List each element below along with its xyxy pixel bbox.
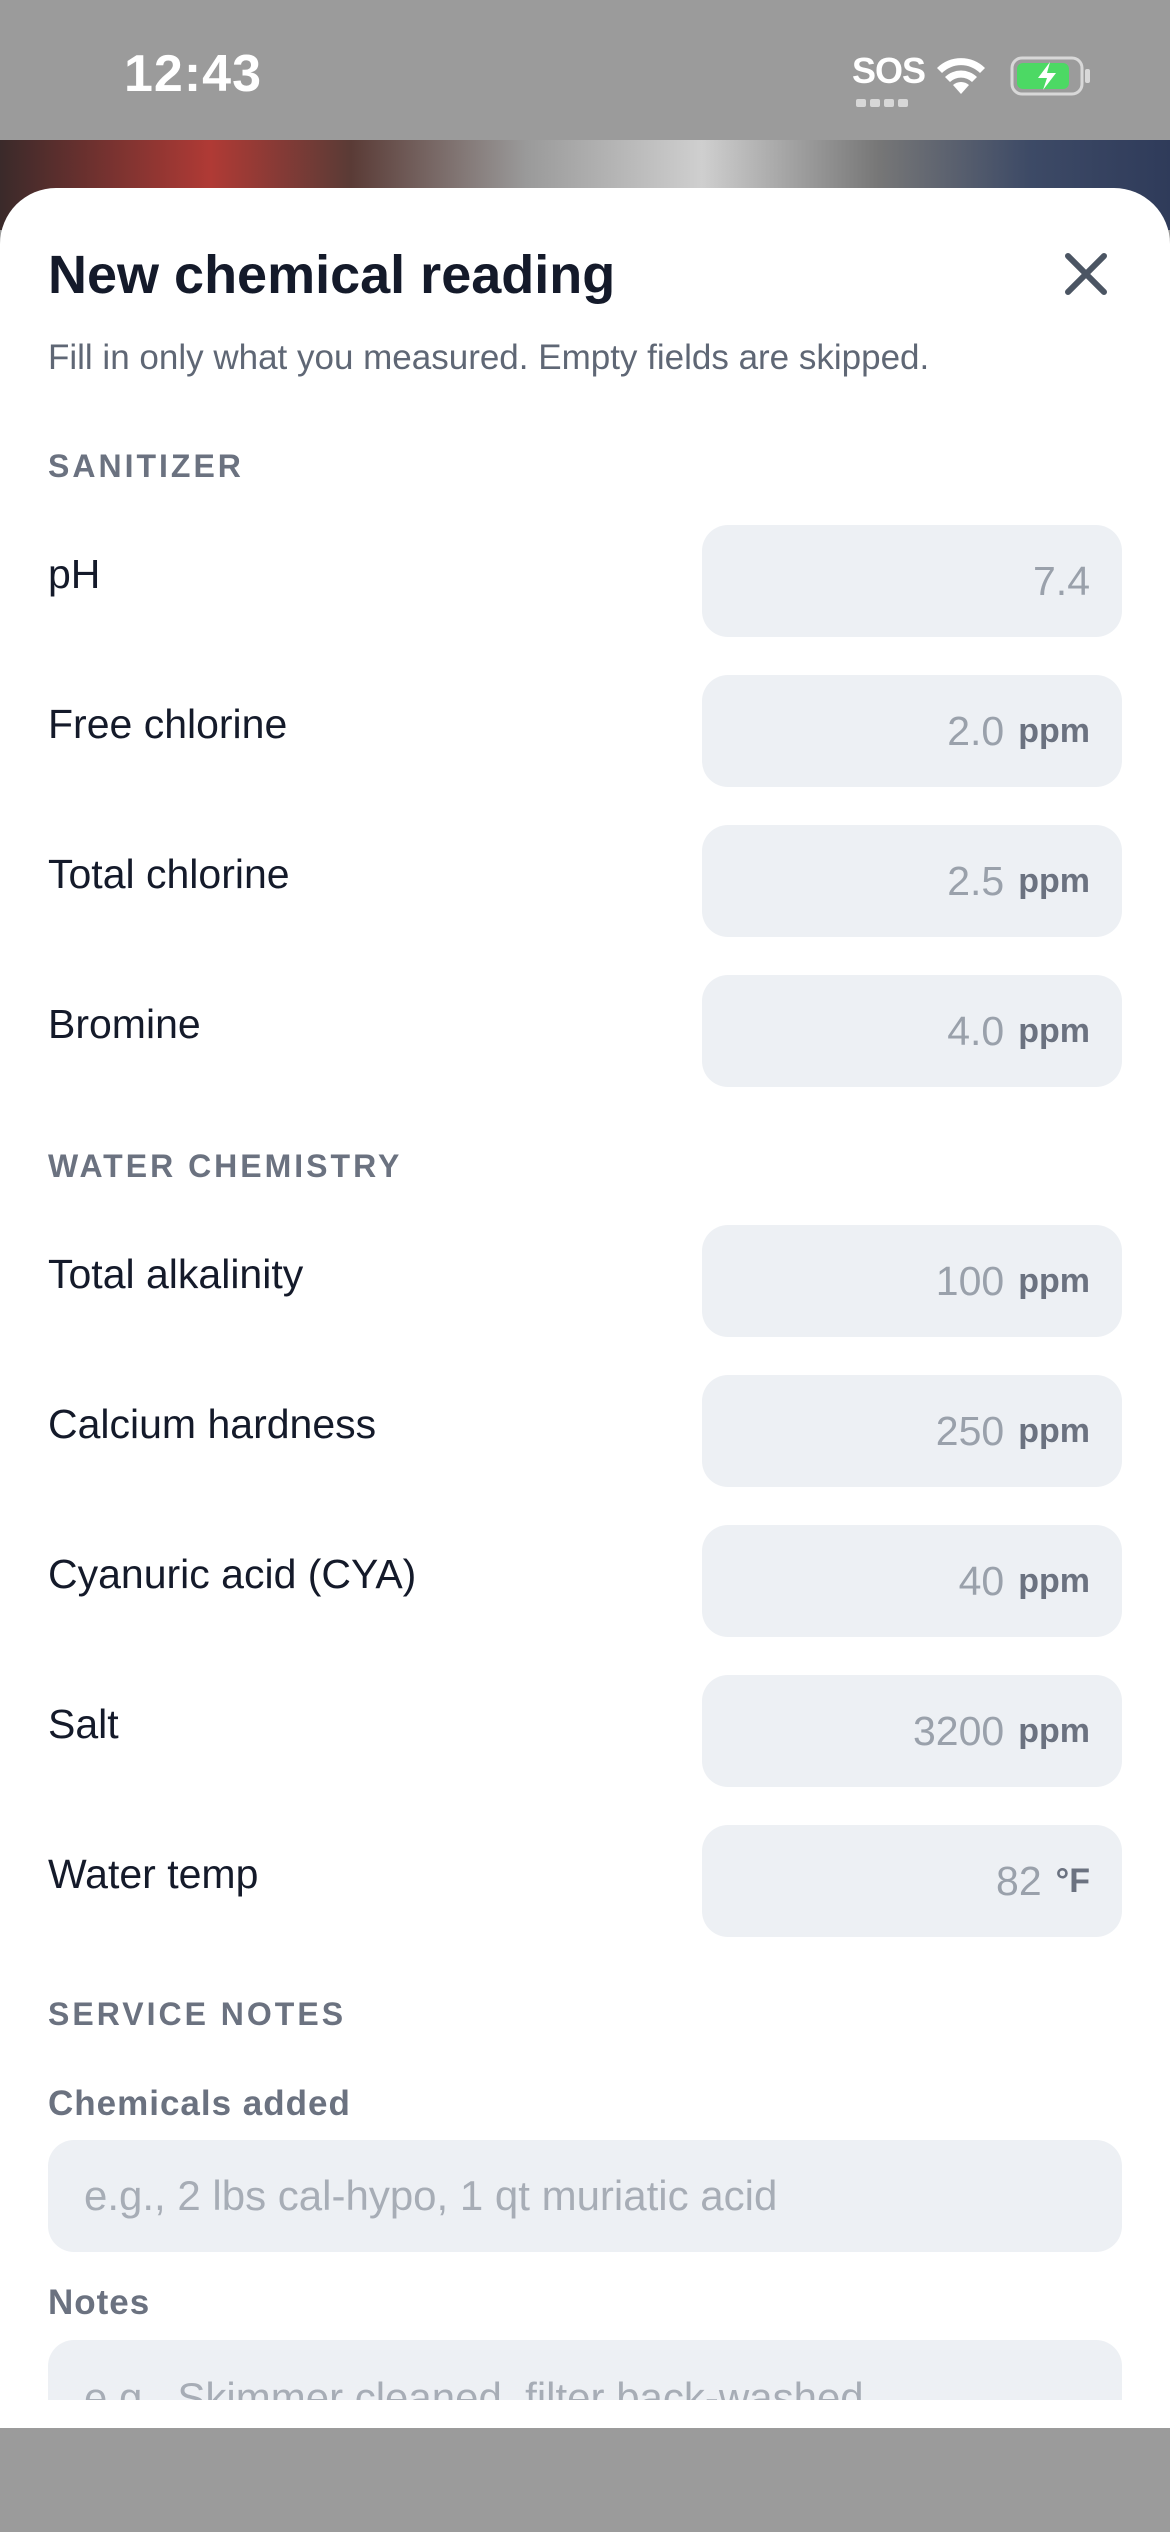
field-label-salt: Salt xyxy=(48,1701,119,1747)
notes-scroll-clip: e.g., Skimmer cleaned, filter back-washe… xyxy=(48,2340,1122,2400)
chemicals-added-label: Chemicals added xyxy=(48,2084,351,2123)
section-heading-sanitizer: SANITIZER xyxy=(48,448,244,484)
notes-label: Notes xyxy=(48,2283,151,2322)
calcium-hardness-placeholder: 250 xyxy=(935,1407,1005,1454)
field-label-total-chlorine: Total chlorine xyxy=(48,851,290,897)
new-reading-sheet: New chemical reading Fill in only what y… xyxy=(0,188,1170,2428)
section-heading-service-notes: SERVICE NOTES xyxy=(48,1996,347,2032)
field-label-free-chlorine: Free chlorine xyxy=(48,701,288,747)
notes-input[interactable]: e.g., Skimmer cleaned, filter back-washe… xyxy=(48,2340,1122,2400)
sheet-title: New chemical reading xyxy=(48,245,616,305)
sheet-subtitle: Fill in only what you measured. Empty fi… xyxy=(48,338,930,377)
total-alkalinity-input[interactable]: 100 ppm xyxy=(702,1225,1122,1337)
salt-placeholder: 3200 xyxy=(913,1707,1005,1754)
cyanuric-acid-placeholder: 40 xyxy=(958,1557,1005,1604)
battery-charging-icon xyxy=(1010,56,1090,96)
ph-input[interactable]: 7.4 xyxy=(702,525,1122,637)
total-chlorine-input[interactable]: 2.5 ppm xyxy=(702,825,1122,937)
bromine-unit: ppm xyxy=(1018,1011,1090,1050)
sos-signal-dots xyxy=(856,94,912,107)
cyanuric-acid-input[interactable]: 40 ppm xyxy=(702,1525,1122,1637)
total-alkalinity-unit: ppm xyxy=(1018,1261,1090,1300)
bromine-input[interactable]: 4.0 ppm xyxy=(702,975,1122,1087)
field-label-bromine: Bromine xyxy=(48,1001,201,1047)
free-chlorine-input[interactable]: 2.0 ppm xyxy=(702,675,1122,787)
calcium-hardness-input[interactable]: 250 ppm xyxy=(702,1375,1122,1487)
field-label-cyanuric-acid: Cyanuric acid (CYA) xyxy=(48,1551,417,1597)
field-label-water-temp: Water temp xyxy=(48,1851,259,1897)
free-chlorine-unit: ppm xyxy=(1018,711,1090,750)
status-time: 12:43 xyxy=(124,45,262,103)
salt-input[interactable]: 3200 ppm xyxy=(702,1675,1122,1787)
calcium-hardness-unit: ppm xyxy=(1018,1411,1090,1450)
wifi-icon xyxy=(937,58,985,94)
chemicals-added-placeholder: e.g., 2 lbs cal-hypo, 1 qt muriatic acid xyxy=(84,2172,778,2219)
notes-placeholder: e.g., Skimmer cleaned, filter back-washe… xyxy=(84,2374,864,2400)
water-temp-placeholder: 82 xyxy=(996,1857,1042,1904)
sos-indicator: SOS xyxy=(852,50,926,91)
water-temp-input[interactable]: 82 °F xyxy=(702,1825,1122,1937)
bromine-placeholder: 4.0 xyxy=(947,1007,1005,1054)
close-icon[interactable] xyxy=(1058,246,1114,302)
free-chlorine-placeholder: 2.0 xyxy=(947,707,1005,754)
bottom-dim-area xyxy=(0,2428,1170,2532)
field-label-total-alkalinity: Total alkalinity xyxy=(48,1251,304,1297)
field-label-ph: pH xyxy=(48,551,101,597)
field-label-calcium-hardness: Calcium hardness xyxy=(48,1401,377,1447)
ph-placeholder: 7.4 xyxy=(1033,557,1090,604)
section-heading-water-chemistry: WATER CHEMISTRY xyxy=(48,1148,403,1184)
salt-unit: ppm xyxy=(1018,1711,1090,1750)
chemicals-added-input[interactable]: e.g., 2 lbs cal-hypo, 1 qt muriatic acid xyxy=(48,2140,1122,2252)
total-chlorine-unit: ppm xyxy=(1018,861,1090,900)
total-alkalinity-placeholder: 100 xyxy=(935,1257,1005,1304)
total-chlorine-placeholder: 2.5 xyxy=(947,857,1005,904)
water-temp-unit: °F xyxy=(1055,1861,1090,1900)
cyanuric-acid-unit: ppm xyxy=(1018,1561,1090,1600)
status-bar: 12:43 SOS xyxy=(0,0,1170,140)
